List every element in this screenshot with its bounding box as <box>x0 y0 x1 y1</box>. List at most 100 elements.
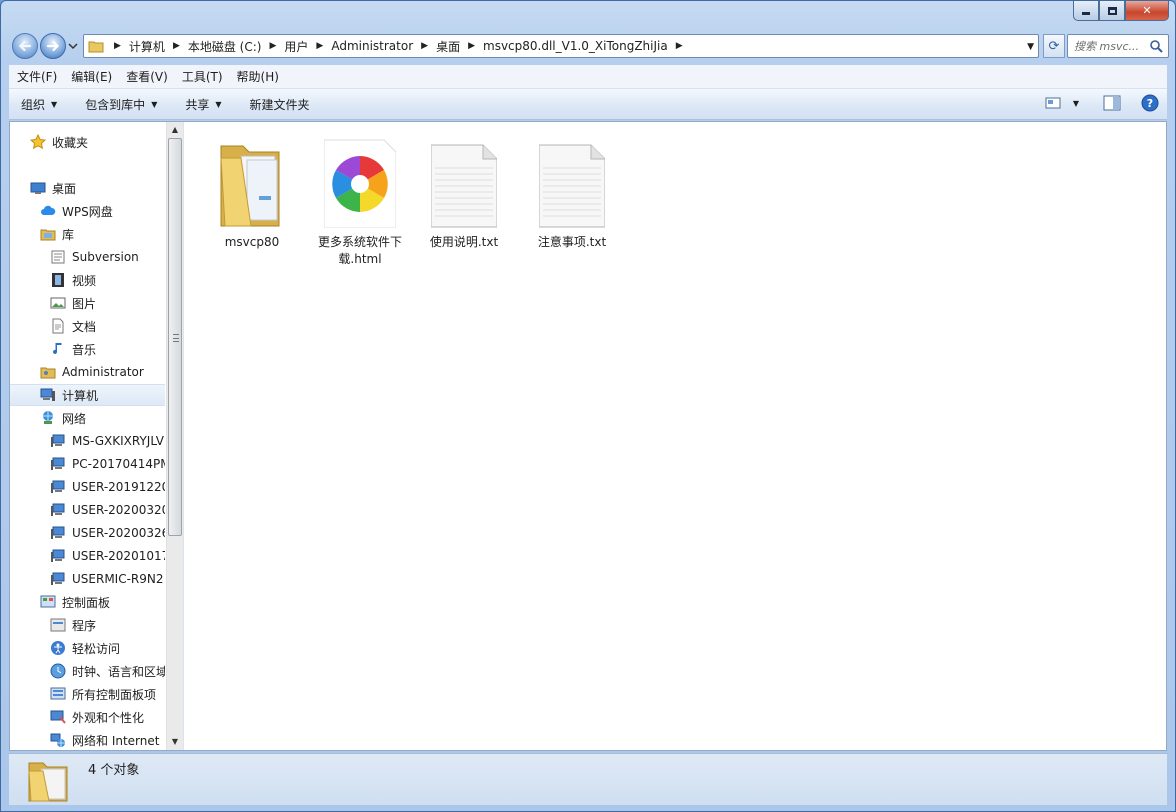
network-icon <box>40 410 56 426</box>
view-options-dropdown-icon[interactable]: ▼ <box>1073 99 1079 108</box>
sidebar-item[interactable]: 网络和 Internet <box>10 729 165 750</box>
menu-tools[interactable]: 工具(T) <box>182 68 223 85</box>
minimize-button[interactable] <box>1073 1 1099 21</box>
navigation-row: ▶ 计算机 ▶ 本地磁盘 (C:) ▶ 用户 ▶ Administrator ▶… <box>9 31 1169 61</box>
sidebar-item[interactable]: USER-20200320 <box>10 499 165 521</box>
sidebar-item-label: 网络 <box>62 411 87 426</box>
sidebar-item[interactable]: Subversion <box>10 246 165 268</box>
user-folder-icon <box>40 364 56 380</box>
share-button[interactable]: 共享 ▼ <box>185 96 221 113</box>
chevron-down-icon: ▼ <box>51 99 58 109</box>
file-item-html[interactable]: 更多系统软件下载.html <box>312 132 408 268</box>
breadcrumb-item[interactable]: 本地磁盘 (C:) <box>188 38 262 55</box>
sidebar-item[interactable]: 所有控制面板项 <box>10 683 165 705</box>
sidebar-item[interactable]: 轻松访问 <box>10 637 165 659</box>
sidebar-item[interactable]: 文档 <box>10 315 165 337</box>
sidebar-item[interactable]: 时钟、语言和区域 <box>10 660 165 682</box>
change-view-icon[interactable] <box>1045 96 1061 110</box>
sidebar-item-label: 时钟、语言和区域 <box>72 664 165 679</box>
sidebar-item[interactable]: MS-GXKIXRYJLV <box>10 430 165 452</box>
document-icon <box>50 318 66 334</box>
address-bar[interactable]: ▶ 计算机 ▶ 本地磁盘 (C:) ▶ 用户 ▶ Administrator ▶… <box>83 34 1039 58</box>
sidebar-item[interactable]: 视频 <box>10 269 165 291</box>
sidebar-item[interactable]: 计算机 <box>10 384 165 406</box>
breadcrumb-item[interactable]: msvcp80.dll_V1.0_XiTongZhiJia <box>483 39 668 53</box>
new-folder-button[interactable]: 新建文件夹 <box>250 96 310 113</box>
close-icon: ✕ <box>1142 4 1152 17</box>
navigation-pane-scrollbar[interactable]: ▲ ▼ <box>166 122 183 750</box>
network-computer-icon <box>50 571 66 587</box>
breadcrumb-item[interactable]: 用户 <box>284 38 308 55</box>
computer-icon <box>40 387 56 403</box>
sidebar-item-label: 音乐 <box>72 342 97 357</box>
star-icon <box>30 134 46 150</box>
breadcrumb-item[interactable]: 桌面 <box>436 38 460 55</box>
organize-button[interactable]: 组织 ▼ <box>21 96 57 113</box>
include-in-library-button[interactable]: 包含到库中 ▼ <box>85 96 157 113</box>
menu-bar: 文件(F) 编辑(E) 查看(V) 工具(T) 帮助(H) <box>9 65 1167 89</box>
sidebar-item[interactable]: 控制面板 <box>10 591 165 613</box>
menu-edit[interactable]: 编辑(E) <box>71 68 112 85</box>
item-count: 4 个对象 <box>88 763 140 778</box>
sidebar-item-label: 网络和 Internet <box>72 733 160 748</box>
close-button[interactable]: ✕ <box>1125 1 1169 21</box>
sidebar-item-label: 收藏夹 <box>52 135 89 150</box>
help-icon[interactable]: ? <box>1141 94 1159 112</box>
network-computer-icon <box>50 479 66 495</box>
desktop-icon <box>30 180 46 196</box>
scroll-down-icon[interactable]: ▼ <box>167 734 183 750</box>
folder-icon <box>28 762 68 802</box>
sidebar-item-label: 图片 <box>72 296 97 311</box>
text-file-icon <box>532 132 612 228</box>
sidebar-item[interactable]: 库 <box>10 223 165 245</box>
ease-of-access-icon <box>50 640 66 656</box>
music-icon <box>50 341 66 357</box>
sidebar-item[interactable]: 收藏夹 <box>10 131 165 153</box>
search-input[interactable]: 搜索 msvc... <box>1067 34 1169 58</box>
sidebar-item[interactable]: USERMIC-R9N2 <box>10 568 165 590</box>
file-item-txt[interactable]: 注意事项.txt <box>524 132 620 251</box>
recent-pages-dropdown-icon[interactable] <box>68 41 78 51</box>
forward-button[interactable] <box>40 33 66 59</box>
network-computer-icon <box>50 525 66 541</box>
sidebar-item[interactable]: USER-20200326 <box>10 522 165 544</box>
sidebar-item[interactable]: USER-20191220I <box>10 476 165 498</box>
sidebar-item-label: 轻松访问 <box>72 641 121 656</box>
network-computer-icon <box>50 548 66 564</box>
file-item-folder[interactable]: msvcp80 <box>204 132 300 251</box>
refresh-button[interactable]: ⟳ <box>1043 34 1065 58</box>
navigation-pane[interactable]: 收藏夹桌面 WPS网盘库 Subversion 视频图片文档音乐 Administrat… <box>10 122 166 750</box>
sidebar-item[interactable]: 网络 <box>10 407 165 429</box>
file-list[interactable]: msvcp80 更多系统软件下载.html 使用说明.txt 注意事项.txt <box>184 122 1166 750</box>
back-button[interactable] <box>12 33 38 59</box>
breadcrumb-item[interactable]: Administrator <box>331 39 413 53</box>
menu-help[interactable]: 帮助(H) <box>237 68 279 85</box>
sidebar-item[interactable]: 程序 <box>10 614 165 636</box>
sidebar-item[interactable]: 图片 <box>10 292 165 314</box>
content-area: 收藏夹桌面 WPS网盘库 Subversion 视频图片文档音乐 Administrat… <box>9 121 1167 751</box>
sidebar-item[interactable]: 外观和个性化 <box>10 706 165 728</box>
menu-view[interactable]: 查看(V) <box>126 68 168 85</box>
sidebar-item-label: 所有控制面板项 <box>72 687 157 702</box>
clock-language-icon <box>50 663 66 679</box>
maximize-button[interactable] <box>1099 1 1125 21</box>
sidebar-item[interactable]: USER-20201017I <box>10 545 165 567</box>
file-item-txt[interactable]: 使用说明.txt <box>416 132 512 251</box>
sidebar-item[interactable]: 音乐 <box>10 338 165 360</box>
scroll-up-icon[interactable]: ▲ <box>167 122 183 138</box>
scrollbar-thumb[interactable] <box>168 138 182 536</box>
sidebar-item[interactable]: PC-20170414PM <box>10 453 165 475</box>
video-icon <box>50 272 66 288</box>
breadcrumb-item[interactable]: 计算机 <box>129 38 165 55</box>
preview-pane-icon[interactable] <box>1103 95 1121 111</box>
text-file-icon <box>424 132 504 228</box>
address-dropdown-icon[interactable]: ▼ <box>1027 42 1034 52</box>
folder-icon <box>212 132 292 228</box>
sidebar-item[interactable]: 桌面 <box>10 177 165 199</box>
sidebar-item[interactable]: Administrator <box>10 361 165 383</box>
sidebar-item-label: USER-20201017I <box>72 549 165 563</box>
sidebar-item-label: 计算机 <box>62 388 99 403</box>
sidebar-item[interactable]: WPS网盘 <box>10 200 165 222</box>
network-computer-icon <box>50 502 66 518</box>
menu-file[interactable]: 文件(F) <box>17 68 57 85</box>
